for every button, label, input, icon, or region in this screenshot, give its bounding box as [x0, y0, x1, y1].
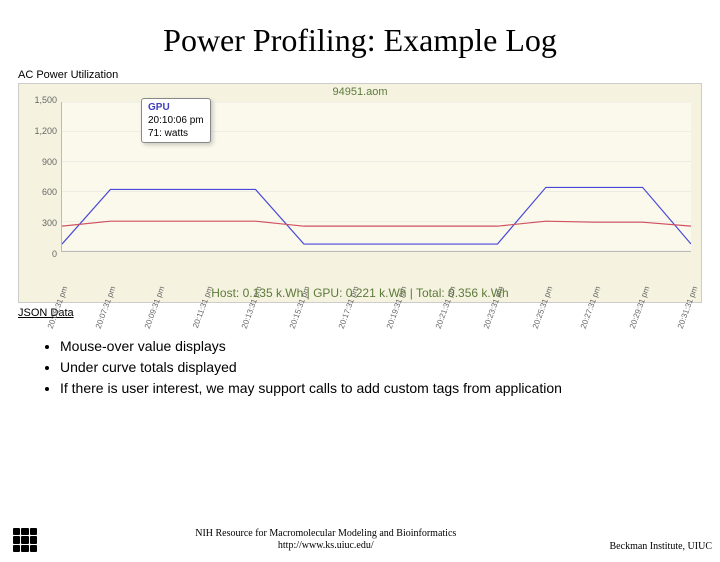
logo-icon — [13, 528, 37, 552]
chart-plot-area: GPU 20:10:06 pm 71: watts — [61, 102, 691, 252]
y-axis: 03006009001,2001,500 — [19, 100, 59, 254]
ncsa-logo — [8, 528, 42, 552]
bullet-list: Mouse-over value displays Under curve to… — [60, 337, 680, 398]
footer-url: http://www.ks.uiuc.edu/ — [42, 540, 610, 552]
list-item: Under curve totals displayed — [60, 358, 680, 377]
slide-footer: NIH Resource for Macromolecular Modeling… — [0, 528, 720, 552]
footer-center-text: NIH Resource for Macromolecular Modeling… — [42, 528, 610, 552]
tooltip-time: 20:10:06 pm — [148, 114, 204, 127]
chart-footer-totals: Host: 0.135 k.Wh | GPU: 0.221 k.Wh | Tot… — [19, 286, 701, 302]
chart-title: 94951.aom — [19, 84, 701, 98]
footer-institute: Beckman Institute, UIUC — [610, 541, 712, 552]
power-chart: 94951.aom 03006009001,2001,500 GPU 20:10… — [18, 83, 702, 303]
list-item: Mouse-over value displays — [60, 337, 680, 356]
json-data-link[interactable]: JSON Data — [18, 307, 74, 319]
slide-title: Power Profiling: Example Log — [0, 22, 720, 59]
footer-org: NIH Resource for Macromolecular Modeling… — [42, 528, 610, 540]
tooltip-value: 71: watts — [148, 127, 204, 140]
chart-section-label: AC Power Utilization — [18, 69, 720, 81]
chart-tooltip: GPU 20:10:06 pm 71: watts — [141, 98, 211, 143]
list-item: If there is user interest, we may suppor… — [60, 379, 680, 398]
tooltip-series: GPU — [148, 101, 204, 114]
